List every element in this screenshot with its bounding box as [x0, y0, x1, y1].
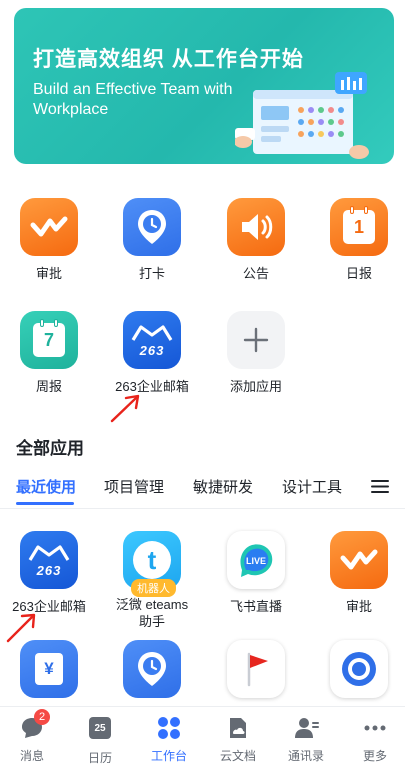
- divider: [0, 508, 405, 509]
- banner-illustration: [235, 72, 369, 159]
- app-label: 审批: [35, 266, 62, 281]
- brand-text: 263: [139, 342, 165, 358]
- app-label: 日报: [345, 266, 372, 281]
- app-announcement[interactable]: 公告: [211, 198, 301, 282]
- nav-messages[interactable]: 2 消息: [2, 709, 62, 764]
- app-label: 审批: [345, 599, 372, 614]
- target-ring-icon: [330, 640, 388, 698]
- clock-in-pin-icon: [123, 640, 181, 698]
- section-title: 全部应用: [16, 439, 84, 458]
- menu-icon[interactable]: [371, 479, 389, 494]
- app-add[interactable]: 添加应用: [211, 311, 301, 395]
- robot-badge: 机器人: [131, 579, 176, 597]
- app-label-line1: 泛微 eteams: [115, 597, 189, 612]
- active-tab-indicator: [16, 502, 74, 505]
- tab-agile-dev[interactable]: 敏捷研发: [193, 476, 253, 497]
- clock-in-pin-icon: [123, 198, 181, 256]
- nav-label: 更多: [362, 749, 387, 763]
- app-live[interactable]: LIVE 飞书直播: [211, 531, 301, 615]
- app-weekly-report[interactable]: 7 周报: [4, 311, 94, 395]
- app-red-flag[interactable]: [211, 640, 301, 698]
- promo-banner[interactable]: 打造高效组织 从工作台开始 Build an Effective Team wi…: [14, 8, 394, 164]
- app-clock-in[interactable]: 打卡: [107, 198, 197, 282]
- plus-icon: [227, 311, 285, 369]
- approval-check-icon: [20, 198, 78, 256]
- message-icon: 2: [19, 709, 50, 741]
- workplace-icon: [156, 715, 182, 741]
- yen-icon: ¥: [20, 640, 78, 698]
- nav-label: 通讯录: [287, 749, 324, 763]
- daily-report-calendar-icon: 1: [330, 198, 388, 256]
- app-label-line2: 助手: [138, 614, 165, 629]
- more-dots-icon: [362, 715, 388, 741]
- nav-label: 工作台: [150, 749, 187, 763]
- calendar-day-text: 25: [89, 717, 111, 739]
- tab-design-tools[interactable]: 设计工具: [282, 476, 342, 497]
- weekly-report-calendar-icon: 7: [20, 311, 78, 369]
- app-clock-in-2[interactable]: [107, 640, 197, 698]
- app-label: 周报: [35, 379, 62, 394]
- app-label: 263企业邮箱: [115, 379, 189, 394]
- app-target[interactable]: [314, 640, 404, 698]
- tab-project-management[interactable]: 项目管理: [104, 476, 164, 497]
- nav-label: 云文档: [219, 749, 256, 763]
- nav-more[interactable]: 更多: [345, 715, 405, 764]
- nav-label: 消息: [19, 749, 44, 763]
- nav-calendar[interactable]: 25 日历: [70, 715, 130, 766]
- unread-badge: 2: [34, 709, 50, 725]
- 263-mail-icon: 263: [20, 531, 78, 589]
- calendar-day-text: 7: [43, 329, 54, 350]
- annotation-arrow-icon: [110, 394, 140, 423]
- nav-workplace[interactable]: 工作台: [139, 715, 199, 764]
- app-label: 打卡: [138, 266, 165, 281]
- calendar-icon: 25: [87, 717, 113, 743]
- nav-cloud-docs[interactable]: 云文档: [208, 715, 268, 764]
- nav-contacts[interactable]: 通讯录: [276, 715, 336, 764]
- cloud-doc-icon: [225, 715, 251, 741]
- app-263-mail[interactable]: 263 263企业邮箱: [107, 311, 197, 395]
- workplace-page: 打造高效组织 从工作台开始 Build an Effective Team wi…: [0, 0, 405, 774]
- bottom-nav: 2 消息 25 日历 工作台 云文档 通讯录 更多: [0, 706, 405, 774]
- app-label: 公告: [242, 266, 269, 281]
- app-label: 飞书直播: [229, 599, 282, 614]
- app-yen[interactable]: ¥: [4, 640, 94, 698]
- eteams-t-icon: t 机器人: [123, 531, 181, 597]
- app-approval[interactable]: 审批: [4, 198, 94, 282]
- contacts-icon: [293, 715, 319, 741]
- nav-label: 日历: [87, 751, 112, 765]
- announcement-speaker-icon: [227, 198, 285, 256]
- live-text: LIVE: [246, 556, 266, 566]
- banner-subtitle: Build an Effective Team with Workplace: [33, 81, 233, 118]
- live-icon: LIVE: [227, 531, 285, 589]
- brand-text: 263: [36, 562, 62, 578]
- calendar-day-text: 1: [353, 216, 364, 237]
- 263-mail-icon: 263: [123, 311, 181, 369]
- banner-title: 打造高效组织 从工作台开始: [33, 48, 304, 71]
- approval-check-icon: [330, 531, 388, 589]
- app-eteams[interactable]: t 机器人 泛微 eteams 助手: [107, 531, 197, 630]
- app-label: 添加应用: [229, 379, 282, 394]
- app-daily-report[interactable]: 1 日报: [314, 198, 404, 282]
- app-263-mail-recent[interactable]: 263 263企业邮箱: [4, 531, 94, 615]
- app-approval-recent[interactable]: 审批: [314, 531, 404, 615]
- category-tabs: 最近使用 项目管理 敏捷研发 设计工具: [0, 474, 405, 505]
- app-label: 泛微 eteams 助手: [107, 596, 197, 630]
- tab-recent[interactable]: 最近使用: [16, 476, 76, 497]
- red-flag-icon: [227, 640, 285, 698]
